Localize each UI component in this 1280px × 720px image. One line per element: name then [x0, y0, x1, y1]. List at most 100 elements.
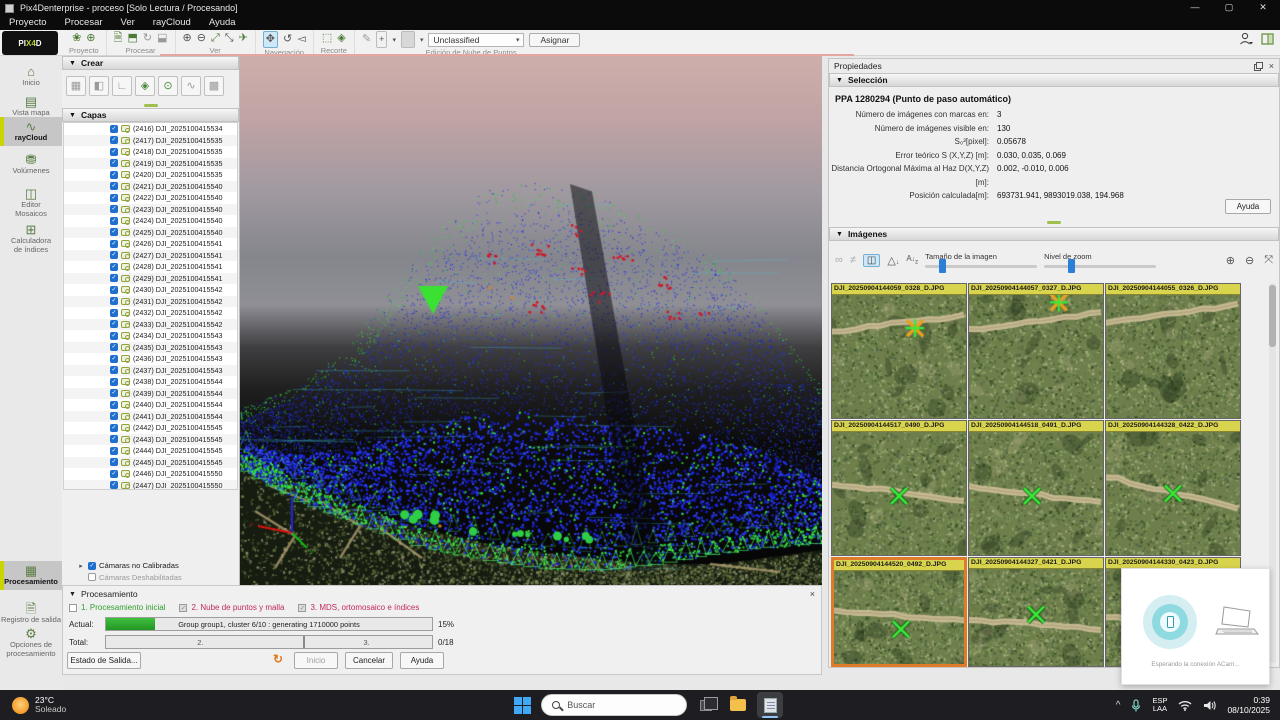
- clock[interactable]: 0:39 08/10/2025: [1227, 695, 1270, 715]
- layer-checkbox[interactable]: ✓: [110, 251, 118, 260]
- layer-checkbox[interactable]: ✓: [110, 205, 118, 214]
- sidebar-item-opciones-de[interactable]: ⚙ Opciones de procesamiento: [0, 624, 62, 661]
- layer-checkbox[interactable]: ✓: [110, 331, 118, 340]
- tree-checkbox[interactable]: ✓: [88, 561, 96, 570]
- menu-item-procesar[interactable]: Procesar: [56, 16, 112, 30]
- image-thumbnail[interactable]: DJI_20250904144057_0327_D.JPG: [968, 283, 1104, 419]
- taskbar-app-windows[interactable]: [693, 692, 719, 718]
- layer-row[interactable]: ✓ (2446) DJI_2025100415550: [64, 468, 237, 480]
- sort-by-distance-icon[interactable]: △↓: [887, 254, 899, 267]
- layer-row[interactable]: ✓ (2425) DJI_2025100415540: [64, 226, 237, 238]
- layer-checkbox[interactable]: ✓: [110, 274, 118, 283]
- zoom-out-icon[interactable]: ⊖: [197, 31, 206, 46]
- image-thumbnail[interactable]: DJI_20250904144327_0421_D.JPG: [968, 557, 1104, 667]
- layer-checkbox[interactable]: ✓: [110, 343, 118, 352]
- layer-row[interactable]: ✓ (2416) DJI_2025100415534: [64, 123, 237, 135]
- wifi-icon[interactable]: [1178, 700, 1192, 711]
- minimize-button[interactable]: —: [1178, 0, 1212, 16]
- project-properties-icon[interactable]: ❀: [72, 31, 81, 46]
- layer-row[interactable]: ✓ (2423) DJI_2025100415540: [64, 203, 237, 215]
- properties-help-button[interactable]: Ayuda: [1225, 199, 1271, 214]
- layer-checkbox[interactable]: ✓: [110, 136, 118, 145]
- layer-row[interactable]: ✓ (2442) DJI_2025100415545: [64, 422, 237, 434]
- raycloud-3d-viewport[interactable]: [240, 56, 822, 585]
- layer-checkbox[interactable]: ✓: [110, 216, 118, 225]
- new-polygon-icon[interactable]: ▦: [66, 76, 86, 96]
- output-status-button[interactable]: Estado de Salida...: [67, 652, 141, 669]
- search-box[interactable]: Buscar: [541, 694, 688, 716]
- layer-row[interactable]: ✓ (2445) DJI_2025100415545: [64, 456, 237, 468]
- layer-checkbox[interactable]: ✓: [110, 412, 118, 421]
- image-thumbnail[interactable]: DJI_20250904144517_0490_D.JPG: [831, 420, 967, 556]
- sidebar-item-editor[interactable]: ◫ Editor Mosaicos: [0, 184, 62, 221]
- layer-checkbox[interactable]: ✓: [110, 182, 118, 191]
- layer-row[interactable]: ✓ (2427) DJI_2025100415541: [64, 249, 237, 261]
- menu-item-raycloud[interactable]: rayCloud: [144, 16, 200, 30]
- close-panel-icon[interactable]: ×: [1269, 61, 1274, 71]
- taskbar-app-explorer[interactable]: [725, 692, 751, 718]
- menu-item-ayuda[interactable]: Ayuda: [200, 16, 245, 30]
- new-object-icon[interactable]: ◈: [135, 76, 155, 96]
- swatch-dropdown-icon[interactable]: ▾: [420, 36, 424, 44]
- layer-checkbox[interactable]: ✓: [110, 435, 118, 444]
- images-scrollbar[interactable]: [1269, 283, 1276, 663]
- image-zoom-out-icon[interactable]: ⊖: [1245, 254, 1254, 267]
- tree-item-c-maras-deshabilitadas[interactable]: Cámaras Deshabilitadas: [63, 572, 239, 584]
- orbit-mode-icon[interactable]: ↺: [283, 32, 292, 47]
- start-button[interactable]: Inicio: [294, 652, 338, 669]
- classification-color-swatch[interactable]: [400, 31, 415, 48]
- layer-checkbox[interactable]: ✓: [110, 354, 118, 363]
- layer-row[interactable]: ✓ (2443) DJI_2025100415545: [64, 433, 237, 445]
- expand-view-icon[interactable]: ⤢: [211, 31, 220, 46]
- layer-checkbox[interactable]: ✓: [110, 147, 118, 156]
- menu-item-proyecto[interactable]: Proyecto: [0, 16, 56, 30]
- layer-checkbox[interactable]: ✓: [110, 423, 118, 432]
- sidebar-item-volúmenes[interactable]: ⛃ Volúmenes: [0, 150, 62, 179]
- float-panel-icon[interactable]: [1253, 61, 1263, 71]
- step-checkbox[interactable]: ✓: [298, 603, 307, 612]
- step-checkbox[interactable]: [69, 603, 77, 612]
- layer-checkbox[interactable]: ✓: [110, 389, 118, 398]
- user-account-icon[interactable]: [1239, 32, 1253, 45]
- weather-widget[interactable]: 23°C Soleado: [12, 695, 66, 715]
- layer-row[interactable]: ✓ (2444) DJI_2025100415545: [64, 445, 237, 457]
- layer-row[interactable]: ✓ (2428) DJI_2025100415541: [64, 261, 237, 273]
- layer-checkbox[interactable]: ✓: [110, 285, 118, 294]
- close-button[interactable]: ✕: [1246, 0, 1280, 16]
- collapse-icon[interactable]: ▼: [69, 591, 76, 598]
- tree-item-c-maras-no-calibradas[interactable]: ▸ ✓ Cámaras no Calibradas: [63, 560, 239, 572]
- layer-checkbox[interactable]: ✓: [110, 469, 118, 478]
- show-marks-toggle-icon[interactable]: ◫: [862, 253, 881, 267]
- layer-row[interactable]: ✓ (2437) DJI_2025100415543: [64, 364, 237, 376]
- layer-checkbox[interactable]: ✓: [110, 308, 118, 317]
- layer-row[interactable]: ✓ (2438) DJI_2025100415544: [64, 376, 237, 388]
- image-size-slider[interactable]: [925, 259, 1038, 273]
- seleccion-section-header[interactable]: ▼ Selección: [829, 73, 1279, 87]
- sidebar-item-inicio[interactable]: ⌂ Inicio: [0, 62, 62, 91]
- classification-select[interactable]: Unclassified ▾: [428, 32, 525, 47]
- layer-row[interactable]: ✓ (2421) DJI_2025100415540: [64, 180, 237, 192]
- sort-alphabetical-icon[interactable]: A↓z: [906, 254, 918, 266]
- layer-row[interactable]: ✓ (2418) DJI_2025100415535: [64, 146, 237, 158]
- image-thumbnail[interactable]: DJI_20250904144328_0422_D.JPG: [1105, 420, 1241, 556]
- maximize-button[interactable]: ▢: [1212, 0, 1246, 16]
- layer-row[interactable]: ✓ (2429) DJI_2025100415541: [64, 272, 237, 284]
- layer-checkbox[interactable]: ✓: [110, 170, 118, 179]
- step-checkbox[interactable]: ✓: [179, 603, 188, 612]
- layer-row[interactable]: ✓ (2432) DJI_2025100415542: [64, 307, 237, 319]
- layer-checkbox[interactable]: ✓: [110, 239, 118, 248]
- layer-row[interactable]: ✓ (2439) DJI_2025100415544: [64, 387, 237, 399]
- layer-checkbox[interactable]: ✓: [110, 446, 118, 455]
- add-selection-icon[interactable]: +: [376, 31, 388, 48]
- layout-panels-icon[interactable]: [1261, 32, 1274, 45]
- microphone-icon[interactable]: [1131, 698, 1141, 712]
- edit-pencil-icon[interactable]: ✎: [362, 32, 371, 47]
- sidebar-item-calculadora[interactable]: ⊞ Calculadora de índices: [0, 220, 62, 257]
- new-surface-icon[interactable]: ◧: [89, 76, 109, 96]
- process-step-icon[interactable]: 🗎: [114, 31, 123, 46]
- unlink-images-icon[interactable]: ≠: [850, 254, 856, 266]
- flight-view-icon[interactable]: ✈: [239, 31, 248, 46]
- layer-checkbox[interactable]: ✓: [110, 228, 118, 237]
- zoom-level-slider[interactable]: [1044, 259, 1157, 273]
- taskbar-app-pix4d[interactable]: [757, 692, 784, 718]
